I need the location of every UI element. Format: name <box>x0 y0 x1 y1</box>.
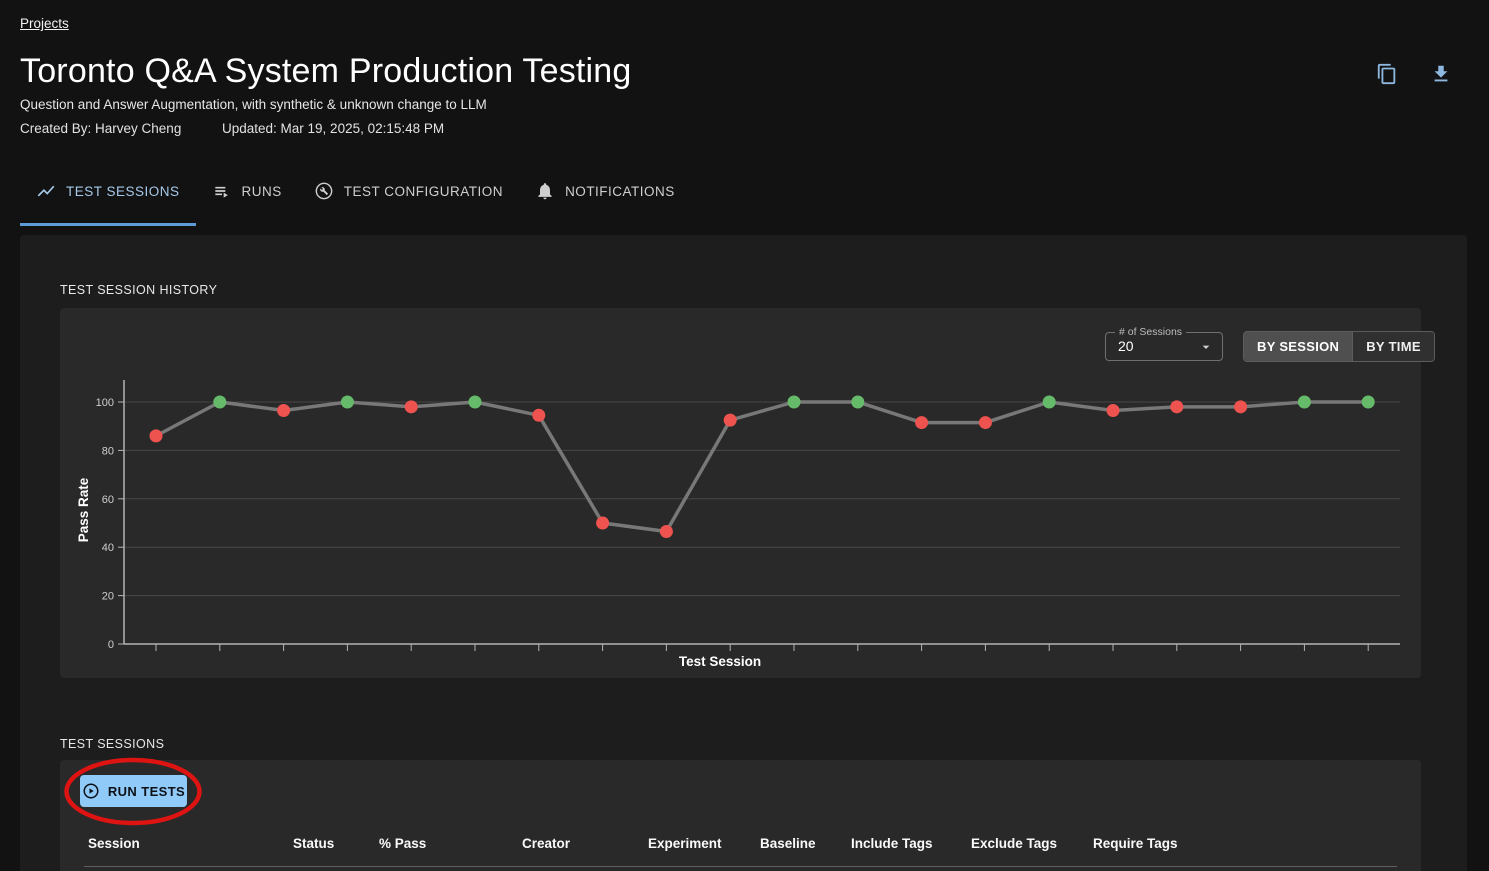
column-header-require-tags: Require Tags <box>1093 836 1178 851</box>
x-axis-label: Test Session <box>679 654 761 669</box>
tab-label: TEST SESSIONS <box>66 184 180 199</box>
y-tick-label: 100 <box>96 397 114 409</box>
main-panel: TEST SESSION HISTORY 0 20 40 60 80 100 Pass Ra… <box>20 235 1467 871</box>
y-tick-label: 40 <box>102 542 114 554</box>
column-header-experiment: Experiment <box>648 836 722 851</box>
table-header-row: Session Status % Pass Creator Experiment Base… <box>60 836 1421 856</box>
chart-point-fail[interactable] <box>277 404 290 417</box>
column-header-status: Status <box>293 836 334 851</box>
bell-icon <box>535 181 555 201</box>
tab-label: NOTIFICATIONS <box>565 184 675 199</box>
breadcrumb-projects[interactable]: Projects <box>20 16 69 31</box>
table-header-divider <box>84 866 1397 867</box>
column-header--pass: % Pass <box>379 836 426 851</box>
chart-point-fail[interactable] <box>724 414 737 427</box>
sessions-section-label: TEST SESSIONS <box>60 737 164 751</box>
download-button[interactable] <box>1430 63 1452 85</box>
chart-point-pass[interactable] <box>1043 396 1056 409</box>
created-by-text: Created By: Harvey Cheng <box>20 121 181 136</box>
page-title: Toronto Q&A System Production Testing <box>20 52 632 91</box>
toggle-by-session[interactable]: BY SESSION <box>1244 332 1352 361</box>
page-subtitle: Question and Answer Augmentation, with s… <box>20 97 487 112</box>
chart-point-fail[interactable] <box>660 525 673 538</box>
run-tests-label: RUN TESTS <box>108 784 185 799</box>
tab-label: TEST CONFIGURATION <box>344 184 503 199</box>
build-circle-icon <box>314 181 334 201</box>
line-chart-icon <box>36 181 56 201</box>
tab-bar: TEST SESSIONS RUNS TEST CONFIGURATION NOTIF… <box>20 168 691 226</box>
chart-point-pass[interactable] <box>1298 396 1311 409</box>
toggle-by-time[interactable]: BY TIME <box>1352 332 1434 361</box>
chart-point-fail[interactable] <box>1234 400 1247 413</box>
chart-point-pass[interactable] <box>788 396 801 409</box>
active-tab-indicator <box>20 223 196 226</box>
pass-rate-line <box>156 402 1368 531</box>
chart-panel: 0 20 40 60 80 100 Pass Rate Test Session # of S… <box>60 308 1421 678</box>
history-section-label: TEST SESSION HISTORY <box>60 283 217 297</box>
view-toggle-group: BY SESSIONBY TIME <box>1243 331 1435 362</box>
tab-runs[interactable]: RUNS <box>196 168 298 214</box>
chart-point-pass[interactable] <box>851 396 864 409</box>
y-axis-label: Pass Rate <box>76 477 91 542</box>
column-header-exclude-tags: Exclude Tags <box>971 836 1057 851</box>
sessions-count-select[interactable]: # of Sessions 20 <box>1105 332 1223 361</box>
page: Projects Toronto Q&A System Production T… <box>0 0 1489 871</box>
column-header-baseline: Baseline <box>760 836 816 851</box>
chart-point-fail[interactable] <box>150 429 163 442</box>
y-tick-label: 20 <box>102 591 114 603</box>
copy-button[interactable] <box>1376 63 1398 85</box>
tab-notifications[interactable]: NOTIFICATIONS <box>519 168 691 214</box>
tab-test-configuration[interactable]: TEST CONFIGURATION <box>298 168 519 214</box>
column-header-include-tags: Include Tags <box>851 836 933 851</box>
chart-point-fail[interactable] <box>1107 404 1120 417</box>
play-circle-icon <box>82 782 100 800</box>
chart-point-fail[interactable] <box>979 416 992 429</box>
chart-point-fail[interactable] <box>532 409 545 422</box>
y-tick-label: 0 <box>108 639 114 651</box>
chart-point-pass[interactable] <box>213 396 226 409</box>
chart-point-pass[interactable] <box>469 396 482 409</box>
run-tests-button[interactable]: RUN TESTS <box>80 775 187 807</box>
y-tick-label: 80 <box>102 445 114 457</box>
sessions-count-select-value: 20 <box>1118 338 1134 354</box>
updated-text: Updated: Mar 19, 2025, 02:15:48 PM <box>222 121 444 136</box>
chart-point-fail[interactable] <box>915 416 928 429</box>
playlist-play-icon <box>212 181 232 201</box>
history-chart: 0 20 40 60 80 100 Pass Rate Test Session <box>60 308 1421 678</box>
chart-point-pass[interactable] <box>341 396 354 409</box>
tab-label: RUNS <box>242 184 282 199</box>
column-header-creator: Creator <box>522 836 570 851</box>
sessions-table-panel: RUN TESTS Session Status % Pass Creator Expe… <box>60 760 1421 871</box>
tab-test-sessions[interactable]: TEST SESSIONS <box>20 168 196 214</box>
sessions-count-select-label: # of Sessions <box>1115 326 1186 338</box>
chart-point-fail[interactable] <box>1170 400 1183 413</box>
chart-point-fail[interactable] <box>596 517 609 530</box>
chart-point-fail[interactable] <box>405 400 418 413</box>
y-tick-label: 60 <box>102 494 114 506</box>
column-header-session: Session <box>88 836 140 851</box>
chart-point-pass[interactable] <box>1362 396 1375 409</box>
chevron-down-icon <box>1198 339 1214 355</box>
